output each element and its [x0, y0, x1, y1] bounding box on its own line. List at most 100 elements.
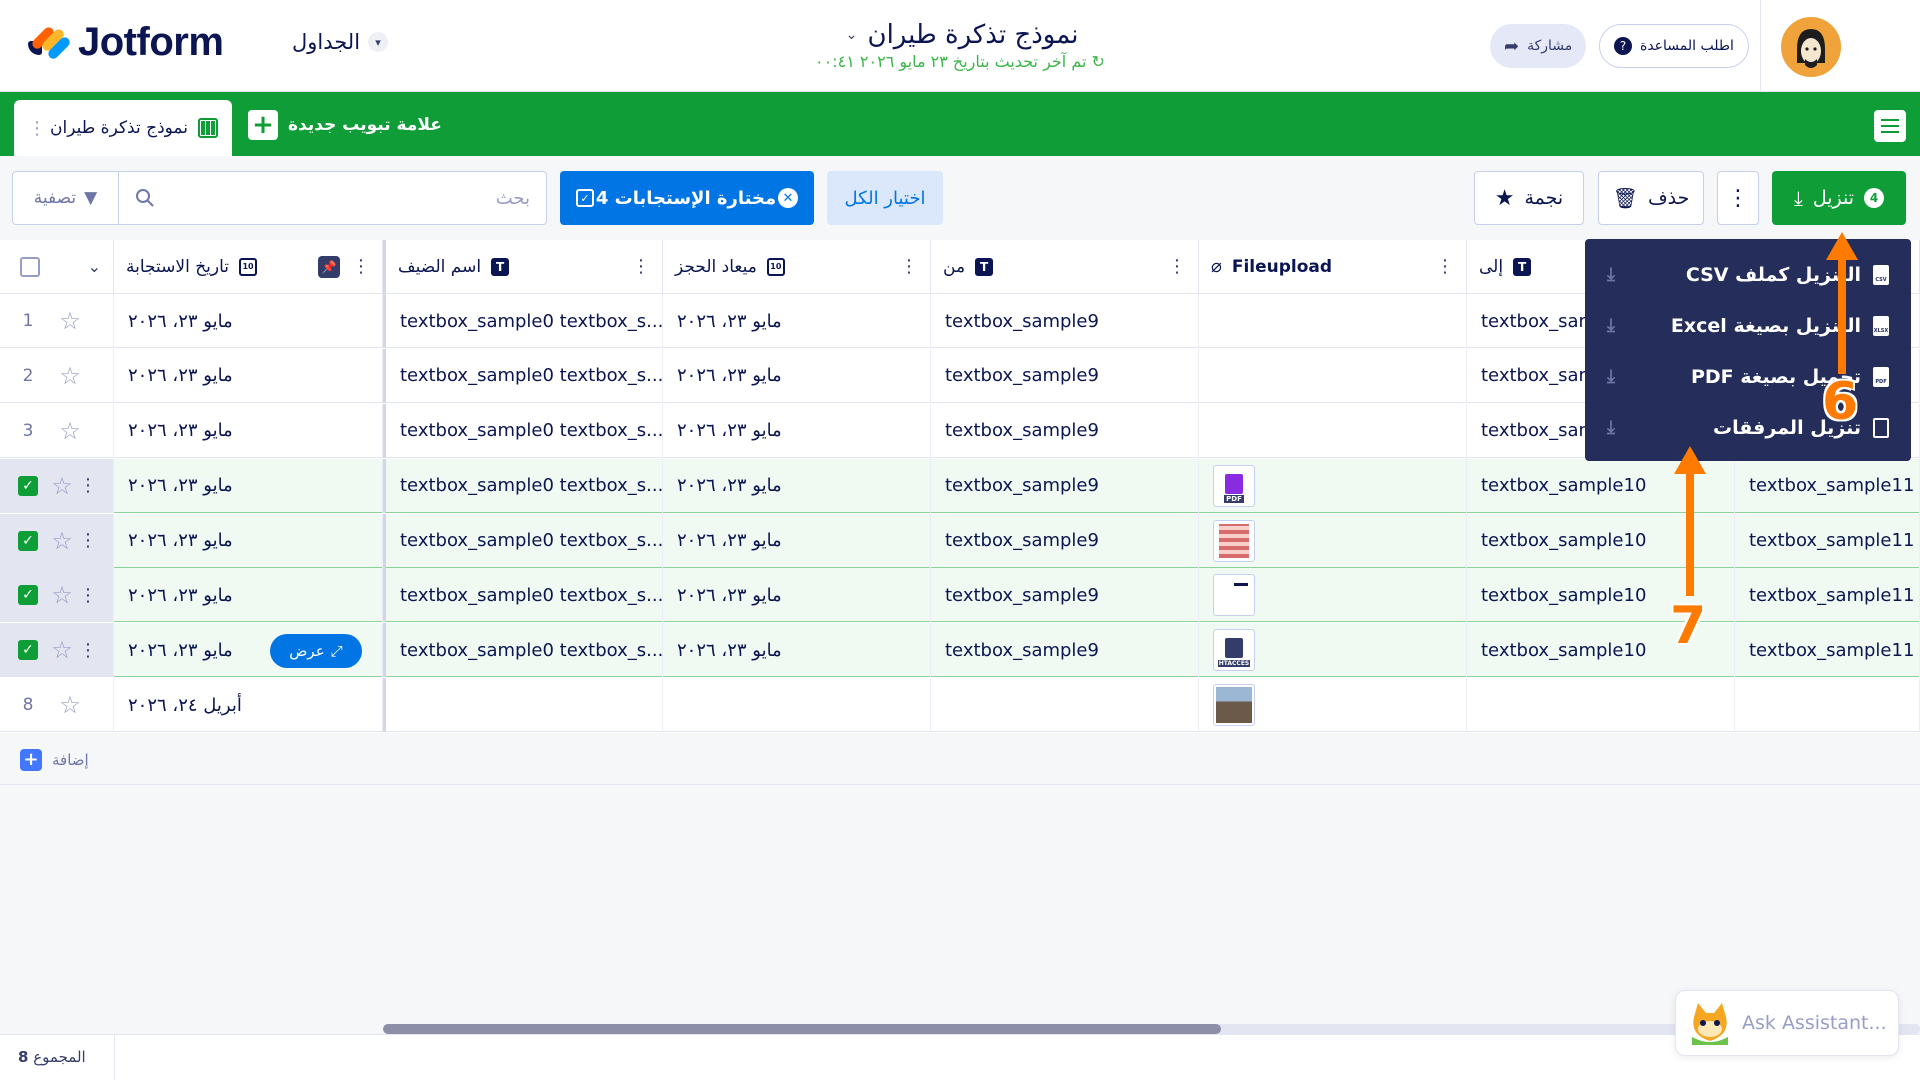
- cell-guest-name[interactable]: textbox_sample0 textbox_s...: [383, 513, 663, 568]
- table-row[interactable]: ✓ ☆ ⋮ مايو ٢٣، ٢٠٢٦ textbox_sample0 textbox_…: [0, 458, 1920, 513]
- row-kebab-icon[interactable]: ⋮: [76, 475, 100, 496]
- star-outline-icon[interactable]: ☆: [56, 417, 84, 445]
- cell-booking-date[interactable]: مايو ٢٣، ٢٠٢٦: [663, 294, 931, 348]
- table-row[interactable]: ✓ ☆ ⋮ مايو ٢٣، ٢٠٢٦ textbox_sample0 textbox_…: [0, 513, 1920, 568]
- help-button[interactable]: ? اطلب المساعدة: [1599, 24, 1749, 68]
- hamburger-menu-button[interactable]: [1874, 110, 1906, 142]
- view-response-button[interactable]: عرض ⤢: [270, 634, 362, 669]
- htaccess-file-thumbnail[interactable]: HTACCES: [1213, 629, 1255, 672]
- pdf-file-thumbnail[interactable]: PDF: [1213, 464, 1255, 507]
- cell-guest-name[interactable]: textbox_sample0 textbox_s...: [383, 458, 663, 513]
- form-title[interactable]: نموذج تذكرة طيران: [867, 20, 1078, 50]
- tables-menu[interactable]: الجداول ▾: [292, 30, 389, 54]
- cell-booking-date[interactable]: مايو ٢٣، ٢٠٢٦: [663, 513, 931, 568]
- jotform-logo[interactable]: Jotform: [24, 20, 224, 65]
- row-checkbox-checked[interactable]: ✓: [18, 475, 38, 496]
- cell-from[interactable]: textbox_sample9: [931, 458, 1199, 513]
- cell-response-date[interactable]: مايو ٢٣، ٢٠٢٦: [114, 403, 383, 458]
- row-kebab-icon[interactable]: ⋮: [76, 585, 100, 606]
- delete-button[interactable]: 🗑 حذف: [1598, 171, 1704, 225]
- search-input[interactable]: بحث: [119, 172, 546, 224]
- column-menu-icon[interactable]: ⋮: [900, 256, 918, 277]
- share-button[interactable]: ➦ مشاركة: [1490, 24, 1587, 68]
- new-tab-button[interactable]: + علامة تبويب جديدة: [248, 108, 442, 142]
- download-menu-item[interactable]: ⤓ تنزيل المرفقات: [1585, 402, 1911, 453]
- cell-fileupload[interactable]: [1199, 294, 1467, 348]
- star-button[interactable]: ★ نجمة: [1474, 171, 1584, 225]
- row-kebab-icon[interactable]: ⋮: [76, 640, 100, 661]
- column-menu-icon[interactable]: ⋮: [632, 256, 650, 277]
- cell-to-2[interactable]: textbox_sample11: [1735, 513, 1920, 568]
- cell-from[interactable]: textbox_sample9: [931, 348, 1199, 403]
- column-header-guest-name[interactable]: T اسم الضيف ⋮: [383, 240, 663, 294]
- filter-button[interactable]: تصفية ▼: [13, 172, 119, 224]
- cell-fileupload[interactable]: [1199, 513, 1467, 568]
- selected-responses-chip[interactable]: ✓ مختارة الإستجابات 4 ✕: [560, 171, 814, 225]
- star-outline-icon[interactable]: ☆: [48, 527, 76, 555]
- row-checkbox-checked[interactable]: ✓: [18, 640, 38, 661]
- cell-fileupload[interactable]: [1199, 568, 1467, 623]
- cell-guest-name[interactable]: textbox_sample0 textbox_s...: [383, 568, 663, 623]
- image-file-thumbnail[interactable]: [1213, 519, 1255, 562]
- cell-from[interactable]: textbox_sample9: [931, 294, 1199, 348]
- pin-icon[interactable]: 📌: [318, 255, 340, 278]
- cell-response-date[interactable]: مايو ٢٣، ٢٠٢٦: [114, 348, 383, 403]
- column-header-from[interactable]: T من ⋮: [931, 240, 1199, 294]
- star-outline-icon[interactable]: ☆: [48, 472, 76, 500]
- cell-to-2[interactable]: textbox_sample11: [1735, 568, 1920, 623]
- cell-response-date[interactable]: مايو ٢٣، ٢٠٢٦: [114, 458, 383, 513]
- column-header-booking-date[interactable]: 10 ميعاد الحجز ⋮: [663, 240, 931, 294]
- cell-booking-date[interactable]: مايو ٢٣، ٢٠٢٦: [663, 403, 931, 458]
- cell-from[interactable]: textbox_sample9: [931, 403, 1199, 458]
- column-header-fileupload[interactable]: ⌀ Fileupload ⋮: [1199, 240, 1467, 294]
- chevron-down-icon[interactable]: ⌄: [88, 257, 101, 276]
- select-all-checkbox[interactable]: [20, 256, 40, 277]
- cell-to[interactable]: [1467, 678, 1735, 733]
- table-row[interactable]: ✓ ☆ ⋮ مايو ٢٣، ٢٠٢٦ textbox_sample0 textbox_…: [0, 568, 1920, 623]
- tab-flight-ticket-form[interactable]: نموذج تذكرة طيران ⋮: [14, 100, 232, 156]
- cell-fileupload[interactable]: [1199, 348, 1467, 403]
- cell-fileupload[interactable]: PDF: [1199, 458, 1467, 513]
- cell-guest-name[interactable]: textbox_sample0 textbox_s...: [383, 403, 663, 458]
- row-checkbox-checked[interactable]: ✓: [18, 585, 38, 606]
- photo-file-thumbnail[interactable]: [1213, 684, 1255, 727]
- cell-booking-date[interactable]: مايو ٢٣، ٢٠٢٦: [663, 568, 931, 623]
- row-kebab-icon[interactable]: ⋮: [76, 530, 100, 551]
- cell-response-date[interactable]: مايو ٢٣، ٢٠٢٦: [114, 513, 383, 568]
- tab-kebab-icon[interactable]: ⋮: [28, 118, 46, 139]
- column-menu-icon[interactable]: ⋮: [352, 256, 370, 277]
- cell-from[interactable]: textbox_sample9: [931, 568, 1199, 623]
- cell-fileupload[interactable]: [1199, 403, 1467, 458]
- table-row[interactable]: 8 ☆ أبريل ٢٤، ٢٠٢٦: [0, 678, 1920, 733]
- select-all-button[interactable]: اختيار الكل: [827, 171, 943, 225]
- clear-selection-icon[interactable]: ✕: [778, 188, 798, 208]
- add-row-button[interactable]: إضافة +: [20, 749, 89, 771]
- ask-assistant-button[interactable]: Ask Assistant...: [1675, 990, 1899, 1056]
- more-options-button[interactable]: ⋮: [1717, 171, 1759, 225]
- column-menu-icon[interactable]: ⋮: [1436, 256, 1454, 277]
- cell-guest-name[interactable]: textbox_sample0 textbox_s...: [383, 294, 663, 348]
- cell-from[interactable]: [931, 678, 1199, 733]
- chevron-down-icon[interactable]: ⌄: [841, 25, 862, 45]
- star-outline-icon[interactable]: ☆: [56, 362, 84, 390]
- cell-to-2[interactable]: [1735, 678, 1920, 733]
- cell-guest-name[interactable]: [383, 678, 663, 733]
- cell-response-date[interactable]: مايو ٢٣، ٢٠٢٦: [114, 568, 383, 623]
- cell-response-date[interactable]: مايو ٢٣، ٢٠٢٦: [114, 294, 383, 348]
- column-header-response-date[interactable]: 10 تاريخ الاستجابة 📌 ⋮: [114, 240, 383, 294]
- avatar[interactable]: [1781, 17, 1841, 77]
- horizontal-scrollbar-thumb[interactable]: [383, 1024, 1221, 1034]
- cell-guest-name[interactable]: textbox_sample0 textbox_s...: [383, 623, 663, 678]
- star-outline-icon[interactable]: ☆: [56, 307, 84, 335]
- cell-fileupload[interactable]: [1199, 678, 1467, 733]
- star-outline-icon[interactable]: ☆: [48, 581, 76, 609]
- cell-booking-date[interactable]: مايو ٢٣، ٢٠٢٦: [663, 458, 931, 513]
- star-outline-icon[interactable]: ☆: [56, 691, 84, 719]
- cell-from[interactable]: textbox_sample9: [931, 513, 1199, 568]
- cell-booking-date[interactable]: مايو ٢٣، ٢٠٢٦: [663, 348, 931, 403]
- cell-response-date[interactable]: أبريل ٢٤، ٢٠٢٦: [114, 678, 383, 733]
- column-menu-icon[interactable]: ⋮: [1168, 256, 1186, 277]
- star-outline-icon[interactable]: ☆: [48, 636, 76, 664]
- cell-to-2[interactable]: textbox_sample11: [1735, 458, 1920, 513]
- cell-from[interactable]: textbox_sample9: [931, 623, 1199, 678]
